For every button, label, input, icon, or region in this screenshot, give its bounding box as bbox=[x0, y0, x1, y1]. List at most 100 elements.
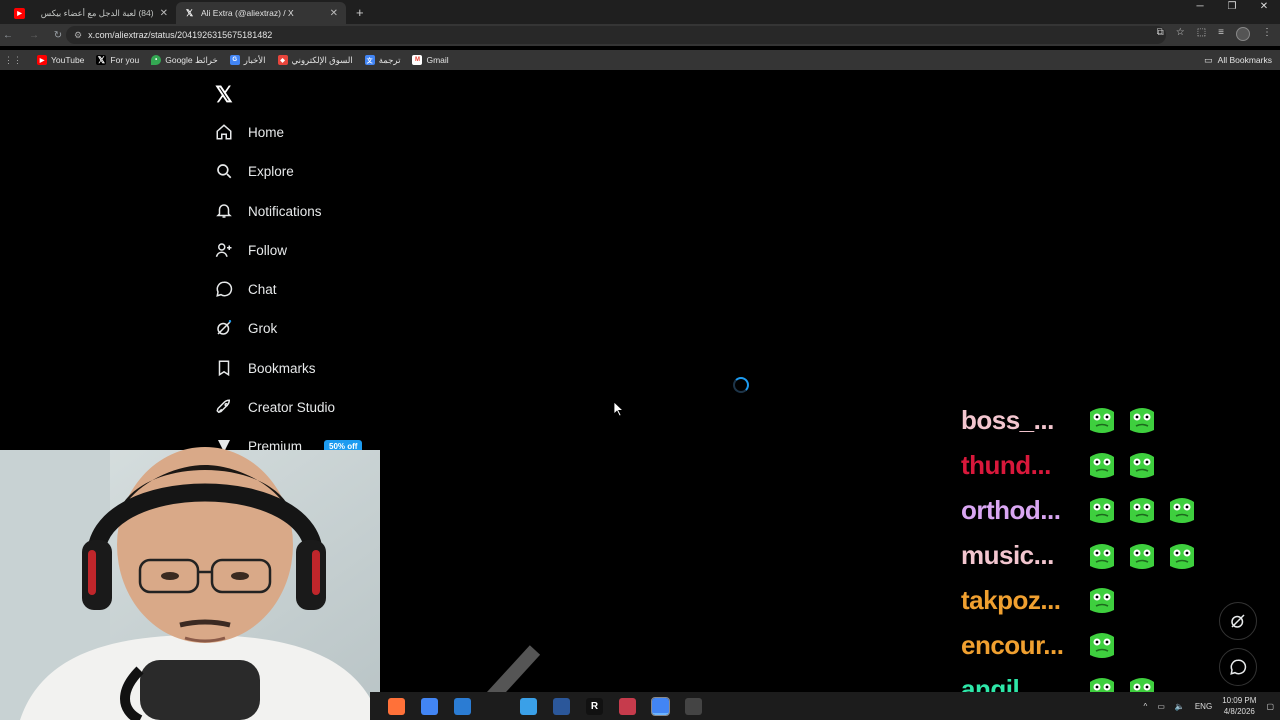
network-icon[interactable]: ▭ bbox=[1157, 702, 1165, 711]
site-settings-icon[interactable]: ⚙ bbox=[74, 30, 82, 41]
tab-youtube[interactable]: ▶ (84) لعبة الدجل مع أعضاء بيكس ✕ bbox=[6, 2, 176, 24]
x-icon: 𝕏 bbox=[96, 54, 107, 65]
loading-spinner-icon bbox=[733, 377, 749, 393]
chat-username: thund... bbox=[961, 450, 1051, 480]
nav-chat[interactable]: Chat bbox=[214, 279, 277, 299]
bookmark-news[interactable]: G الأخبار bbox=[225, 55, 271, 66]
youtube-icon: ▶ bbox=[14, 7, 25, 19]
rocket-icon bbox=[214, 397, 234, 417]
all-bookmarks-label: All Bookmarks bbox=[1217, 55, 1272, 65]
bookmark-translate[interactable]: 文 ترجمة bbox=[360, 55, 406, 66]
nav-bookmarks[interactable]: Bookmarks bbox=[214, 358, 316, 378]
nav-label: Bookmarks bbox=[248, 360, 316, 376]
r-app-icon[interactable]: R bbox=[586, 698, 603, 715]
media-icon[interactable]: ≡ bbox=[1218, 27, 1224, 41]
bookmark-label: Gmail bbox=[426, 55, 449, 65]
mouse-cursor-icon bbox=[614, 402, 624, 417]
x-logo-icon[interactable]: 𝕏 bbox=[215, 82, 233, 108]
nav-label: Creator Studio bbox=[248, 399, 336, 415]
home-icon bbox=[214, 122, 234, 142]
nav-label: Follow bbox=[248, 242, 288, 258]
language-indicator[interactable]: ENG bbox=[1195, 702, 1212, 711]
bookmark-label: For you bbox=[110, 55, 140, 65]
extensions-icon[interactable]: ⬚ bbox=[1197, 27, 1206, 41]
chat-username: orthod... bbox=[961, 495, 1061, 525]
bookmark-icon bbox=[214, 358, 234, 378]
browser-tabbar: ▶ (84) لعبة الدجل مع أعضاء بيكس ✕ 𝕏 Ali … bbox=[0, 0, 1280, 24]
grok-icon bbox=[214, 318, 234, 338]
firefox-icon[interactable] bbox=[388, 698, 405, 715]
chat-username: encour... bbox=[961, 630, 1064, 660]
nav-label: Explore bbox=[248, 163, 294, 179]
pepe-emote-icon bbox=[1130, 408, 1154, 433]
game-icon[interactable] bbox=[619, 698, 636, 715]
notifications-icon[interactable]: ▢ bbox=[1266, 702, 1274, 711]
bookmark-label: الأخبار bbox=[243, 54, 266, 65]
bookmark-gmail[interactable]: M Gmail bbox=[407, 55, 453, 65]
clock-date: 4/8/2026 bbox=[1223, 707, 1255, 716]
nav-creator-studio[interactable]: Creator Studio bbox=[214, 397, 335, 417]
nav-follow[interactable]: Follow bbox=[214, 240, 287, 260]
grok-fab-button[interactable] bbox=[1219, 602, 1257, 640]
bookmark-label: YouTube bbox=[51, 55, 85, 65]
nav-explore[interactable]: Explore bbox=[214, 161, 294, 181]
bookmark-google-maps[interactable]: • Google خرائط bbox=[146, 55, 223, 66]
youtube-icon: ▶ bbox=[37, 55, 47, 65]
nav-label: Notifications bbox=[248, 203, 322, 219]
chrome-icon[interactable] bbox=[421, 698, 438, 715]
star-icon[interactable]: ☆ bbox=[1176, 27, 1185, 41]
pepe-emote-icon bbox=[1090, 633, 1114, 658]
search-icon bbox=[214, 161, 234, 181]
bookmark-label: السوق الإلكتروني bbox=[291, 54, 353, 65]
webcam-overlay bbox=[0, 420, 540, 720]
obs-icon[interactable] bbox=[685, 698, 702, 715]
browser-toolbar: ← → ↻ ⚙ x.com/aliextraz/status/204192631… bbox=[0, 24, 1280, 46]
all-bookmarks-button[interactable]: ▭ All Bookmarks bbox=[1204, 50, 1272, 70]
back-button[interactable]: ← bbox=[0, 30, 16, 41]
maps-pin-icon: • bbox=[151, 55, 162, 65]
grok-icon bbox=[1231, 614, 1245, 628]
translate-icon: 文 bbox=[364, 55, 375, 65]
address-bar[interactable]: ⚙ x.com/aliextraz/status/204192631567518… bbox=[66, 26, 1166, 44]
x-icon: 𝕏 bbox=[185, 7, 194, 18]
explorer-icon[interactable] bbox=[520, 698, 537, 715]
window-controls: ─ ❐ ✕ bbox=[1184, 0, 1280, 14]
pepe-emote-icon bbox=[1130, 544, 1154, 569]
profile-avatar[interactable] bbox=[1236, 27, 1250, 41]
chrome-active-icon[interactable] bbox=[651, 697, 670, 716]
close-icon[interactable]: ✕ bbox=[160, 8, 168, 19]
pepe-emote-icon bbox=[1130, 498, 1154, 523]
nav-notifications[interactable]: Notifications bbox=[214, 201, 322, 221]
bookmark-for-you[interactable]: 𝕏 For you bbox=[91, 55, 144, 65]
reload-button[interactable]: ↻ bbox=[50, 30, 66, 41]
new-tab-button[interactable]: + bbox=[346, 2, 374, 24]
bookmark-youtube[interactable]: ▶ YouTube bbox=[32, 55, 89, 65]
tab-title: (84) لعبة الدجل مع أعضاء بيكس bbox=[40, 7, 154, 18]
word-icon[interactable] bbox=[553, 698, 570, 715]
minimize-button[interactable]: ─ bbox=[1184, 0, 1216, 14]
volume-icon[interactable]: 🔈 bbox=[1175, 702, 1185, 711]
tray-chevron-icon[interactable]: ^ bbox=[1144, 702, 1148, 711]
install-app-icon[interactable]: ⧉ bbox=[1157, 27, 1164, 41]
bell-icon bbox=[214, 201, 234, 221]
news-icon: G bbox=[229, 55, 240, 65]
pepe-emote-icon bbox=[1090, 498, 1114, 523]
nav-grok[interactable]: Grok bbox=[214, 318, 277, 338]
menu-icon[interactable]: ⋮ bbox=[1262, 27, 1272, 41]
bookmark-store[interactable]: ◆ السوق الإلكتروني bbox=[273, 55, 358, 66]
restore-button[interactable]: ❐ bbox=[1216, 0, 1248, 14]
pepe-emote-icon bbox=[1170, 544, 1194, 569]
nav-home[interactable]: Home bbox=[214, 122, 284, 142]
apps-grid-icon[interactable]: ⋮⋮ bbox=[4, 55, 22, 66]
close-icon[interactable]: ✕ bbox=[330, 8, 338, 19]
mail-icon[interactable] bbox=[454, 698, 471, 715]
messages-fab-button[interactable] bbox=[1219, 648, 1257, 686]
gmail-icon: M bbox=[412, 55, 423, 65]
close-window-button[interactable]: ✕ bbox=[1248, 0, 1280, 14]
url-text: x.com/aliextraz/status/20419263156751814… bbox=[88, 30, 273, 40]
tab-x-profile[interactable]: 𝕏 Ali Extra (@aliextraz) / X ✕ bbox=[176, 2, 346, 24]
chat-bubble-icon bbox=[214, 279, 234, 299]
forward-button[interactable]: → bbox=[26, 30, 42, 41]
bookmark-label: ترجمة bbox=[378, 54, 401, 65]
clock[interactable]: 10:09 PM 4/8/2026 bbox=[1222, 695, 1256, 717]
